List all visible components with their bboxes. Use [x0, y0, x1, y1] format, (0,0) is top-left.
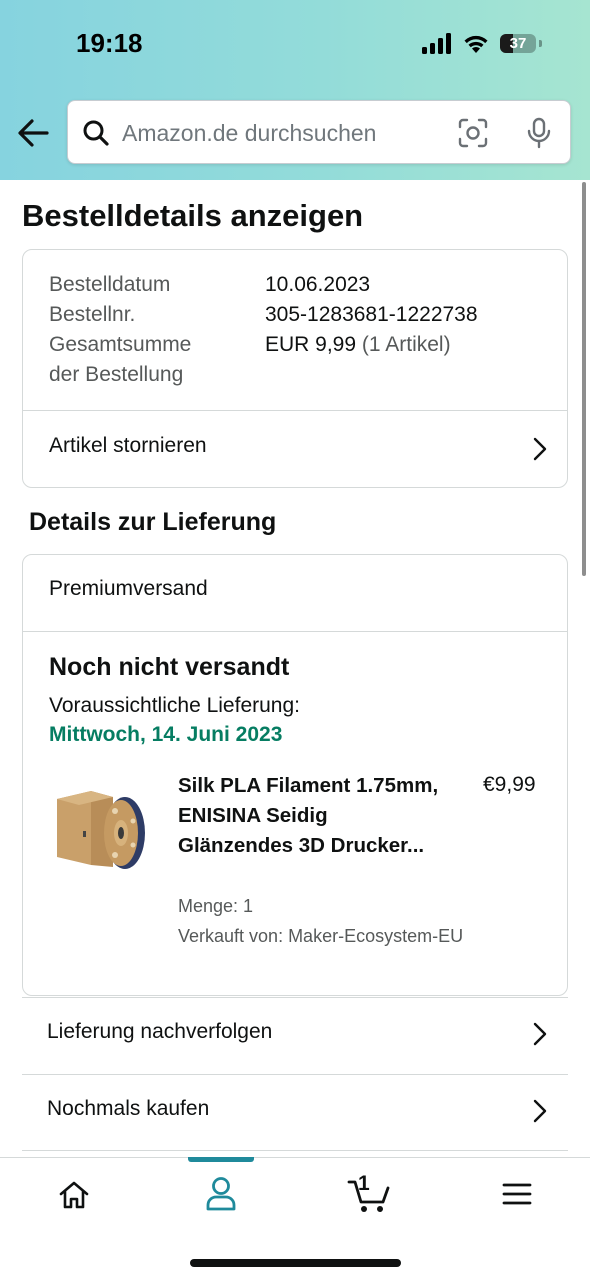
- scrollbar[interactable]: [582, 182, 586, 576]
- order-item-count: (1 Artikel): [361, 333, 451, 356]
- eta-label: Voraussichtliche Lieferung:: [49, 694, 300, 717]
- microphone-icon[interactable]: [526, 117, 552, 149]
- back-arrow-icon[interactable]: [16, 116, 50, 150]
- status-time: 19:18: [76, 28, 143, 58]
- delivery-card: Premiumversand Noch nicht versandt Vorau…: [22, 554, 568, 996]
- delivery-section-title: Details zur Lieferung: [29, 508, 277, 536]
- order-date-label: Bestelldatum: [49, 273, 171, 296]
- cellular-signal-icon: [422, 33, 451, 54]
- tab-menu[interactable]: [442, 1158, 589, 1238]
- tab-profile[interactable]: [147, 1158, 294, 1238]
- battery-level: 37: [509, 35, 527, 52]
- divider: [23, 631, 567, 632]
- product-image[interactable]: [53, 781, 147, 871]
- order-number-label: Bestellnr.: [49, 303, 136, 326]
- product-seller: Verkauft von: Maker-Ecosystem-EU: [178, 926, 464, 946]
- home-indicator: [190, 1259, 401, 1267]
- active-tab-indicator: [188, 1157, 254, 1162]
- app-header: 19:18 37: [0, 0, 590, 180]
- chevron-right-icon: [533, 1099, 547, 1123]
- order-total-amount: EUR 9,99: [265, 333, 357, 356]
- page-title: Bestelldetails anzeigen: [22, 198, 364, 233]
- shipment-status: Noch nicht versandt: [49, 653, 290, 681]
- profile-icon: [206, 1177, 236, 1211]
- order-total-value: EUR 9,99 (1 Artikel): [265, 330, 451, 360]
- chevron-right-icon: [533, 1022, 547, 1046]
- track-delivery-label: Lieferung nachverfolgen: [47, 1020, 273, 1043]
- order-summary-card: Bestelldatum 10.06.2023 Bestellnr. 305-1…: [22, 249, 568, 488]
- divider: [22, 1150, 568, 1151]
- search-icon: [83, 120, 109, 146]
- wifi-icon: [464, 35, 488, 53]
- search-bar[interactable]: [67, 100, 571, 164]
- eta-date: Mittwoch, 14. Juni 2023: [49, 723, 283, 746]
- product-quantity: Menge: 1: [178, 896, 254, 916]
- order-number-value: 305-1283681-1222738: [265, 303, 478, 326]
- buy-again-label: Nochmals kaufen: [47, 1097, 210, 1120]
- cart-count-badge: 1: [358, 1172, 370, 1195]
- tab-cart[interactable]: 1: [295, 1158, 442, 1238]
- search-input[interactable]: [122, 115, 442, 151]
- buy-again-link[interactable]: Nochmals kaufen: [0, 1075, 590, 1151]
- track-delivery-link[interactable]: Lieferung nachverfolgen: [0, 998, 590, 1074]
- battery-tip: [539, 40, 542, 47]
- cancel-items-label: Artikel stornieren: [49, 434, 207, 457]
- home-icon: [59, 1181, 89, 1209]
- product-title[interactable]: Silk PLA Filament 1.75mm, ENISINA Seidig…: [178, 771, 448, 861]
- chevron-right-icon: [533, 437, 547, 461]
- order-date-value: 10.06.2023: [265, 273, 371, 296]
- shipping-type: Premiumversand: [49, 577, 208, 600]
- menu-icon: [502, 1183, 532, 1205]
- battery-icon: 37: [500, 34, 536, 53]
- product-price: €9,99: [483, 773, 536, 796]
- order-total-label: Gesamtsumme: [49, 333, 192, 356]
- tab-home[interactable]: [0, 1158, 147, 1238]
- order-total-label-line2: der Bestellung: [49, 363, 184, 386]
- camera-lens-icon[interactable]: [458, 118, 488, 148]
- cancel-items-link[interactable]: Artikel stornieren: [23, 411, 567, 488]
